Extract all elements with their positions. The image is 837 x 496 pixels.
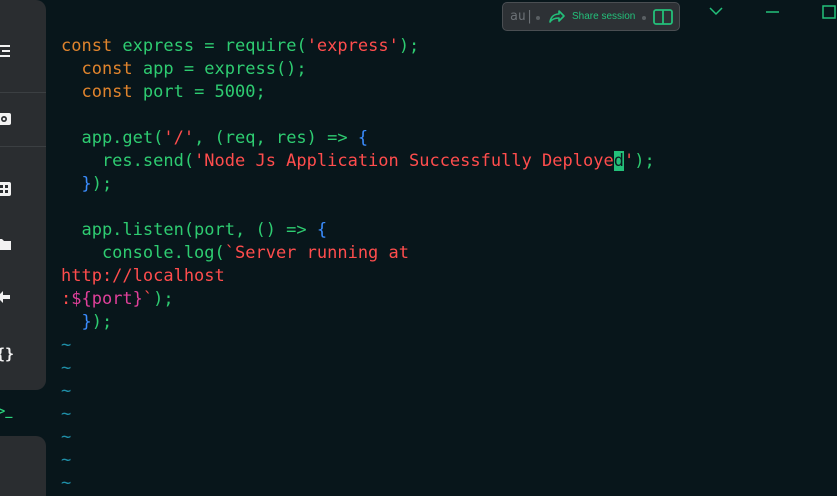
code-token: ' — [623, 151, 635, 171]
code-token: { — [316, 220, 328, 240]
folder-icon[interactable] — [0, 235, 14, 253]
code-token: ); — [398, 36, 420, 56]
chevron-down-icon[interactable] — [703, 2, 729, 22]
code-token: ${port} — [71, 289, 143, 309]
code-token: const — [61, 59, 133, 79]
code-token: ); — [153, 289, 174, 309]
empty-line-marker[interactable]: ~ — [61, 403, 655, 426]
workflow-icon[interactable] — [0, 289, 14, 307]
code-token: } — [81, 312, 92, 332]
grid-icon[interactable] — [0, 180, 14, 198]
maximize-icon[interactable] — [818, 2, 837, 22]
code-token: `Server running at — [224, 243, 409, 263]
code-token: ~ — [61, 450, 72, 470]
code-line[interactable]: }); — [61, 173, 655, 196]
code-line[interactable]: :${port}`); — [61, 288, 655, 311]
code-token: 'express' — [306, 36, 399, 56]
code-token: ~ — [61, 473, 72, 493]
code-token: ~ — [61, 427, 72, 447]
code-line[interactable] — [61, 196, 655, 219]
code-token: ); — [634, 151, 655, 171]
share-session-button[interactable]: Share session — [572, 11, 635, 22]
share-arrow-icon[interactable] — [548, 9, 566, 25]
code-token: ( — [296, 36, 307, 56]
empty-line-marker[interactable]: ~ — [61, 426, 655, 449]
code-token: console.log( — [61, 243, 225, 263]
sidebar-lower-panel — [0, 436, 46, 496]
empty-line-marker[interactable]: ~ — [61, 472, 655, 495]
split-panel-icon[interactable] — [653, 9, 673, 25]
code-token: ` — [142, 289, 154, 309]
code-line[interactable]: const express = require('express'); — [61, 35, 655, 58]
code-line[interactable]: const port = 5000; — [61, 81, 655, 104]
code-line[interactable]: }); — [61, 311, 655, 334]
code-line[interactable]: console.log(`Server running at — [61, 242, 655, 265]
code-line[interactable]: app.get('/', (req, res) => { — [61, 127, 655, 150]
code-token: ~ — [61, 358, 72, 378]
empty-line-marker[interactable]: ~ — [61, 380, 655, 403]
text-cursor: d — [613, 151, 624, 171]
code-token: ~ — [61, 335, 72, 355]
terminal-icon[interactable]: >_ — [0, 404, 12, 418]
code-token: res.send( — [61, 151, 195, 171]
settings-chat-icon[interactable] — [0, 111, 14, 129]
code-token: const — [61, 82, 133, 102]
code-token: 'Node Js Application Successfully Deploy… — [194, 151, 614, 171]
divider — [0, 146, 46, 147]
empty-line-marker[interactable]: ~ — [61, 334, 655, 357]
code-line[interactable] — [61, 104, 655, 127]
braces-icon[interactable]: {} — [0, 345, 14, 363]
share-session-bar: au| Share session — [502, 2, 680, 31]
code-token: port = — [132, 82, 215, 102]
minimize-icon[interactable] — [760, 2, 786, 22]
code-token: { — [357, 128, 369, 148]
code-token: ); — [91, 174, 113, 194]
menu-icon[interactable] — [0, 42, 14, 60]
sidebar: {} >_ — [0, 0, 46, 496]
divider — [0, 92, 46, 93]
code-token: http://localhost — [61, 266, 225, 286]
code-token: } — [81, 174, 92, 194]
code-token: ~ — [61, 381, 72, 401]
code-token: ~ — [61, 404, 72, 424]
code-token: 5000 — [214, 82, 256, 102]
code-token: ); — [91, 312, 113, 332]
code-token: express = — [112, 36, 225, 56]
separator-dot — [642, 16, 646, 20]
code-line[interactable]: res.send('Node Js Application Successful… — [61, 150, 655, 173]
code-token: const — [61, 36, 113, 56]
empty-line-marker[interactable]: ~ — [61, 357, 655, 380]
code-token: app.get( — [61, 128, 164, 148]
empty-line-marker[interactable]: ~ — [61, 449, 655, 472]
code-editor[interactable]: const express = require('express'); cons… — [61, 35, 655, 495]
prompt-indicator: au| — [510, 9, 534, 24]
separator-dot — [536, 16, 540, 20]
code-token: '/' — [163, 128, 195, 148]
code-token: require — [224, 36, 297, 56]
code-token: app.listen(port, () => — [61, 220, 317, 240]
code-token: app = express(); — [132, 59, 307, 79]
code-line[interactable]: const app = express(); — [61, 58, 655, 81]
code-line[interactable]: app.listen(port, () => { — [61, 219, 655, 242]
code-token: , (req, res) => — [194, 128, 358, 148]
code-token: ; — [255, 82, 266, 102]
code-token: : — [61, 289, 72, 309]
code-line[interactable]: http://localhost — [61, 265, 655, 288]
